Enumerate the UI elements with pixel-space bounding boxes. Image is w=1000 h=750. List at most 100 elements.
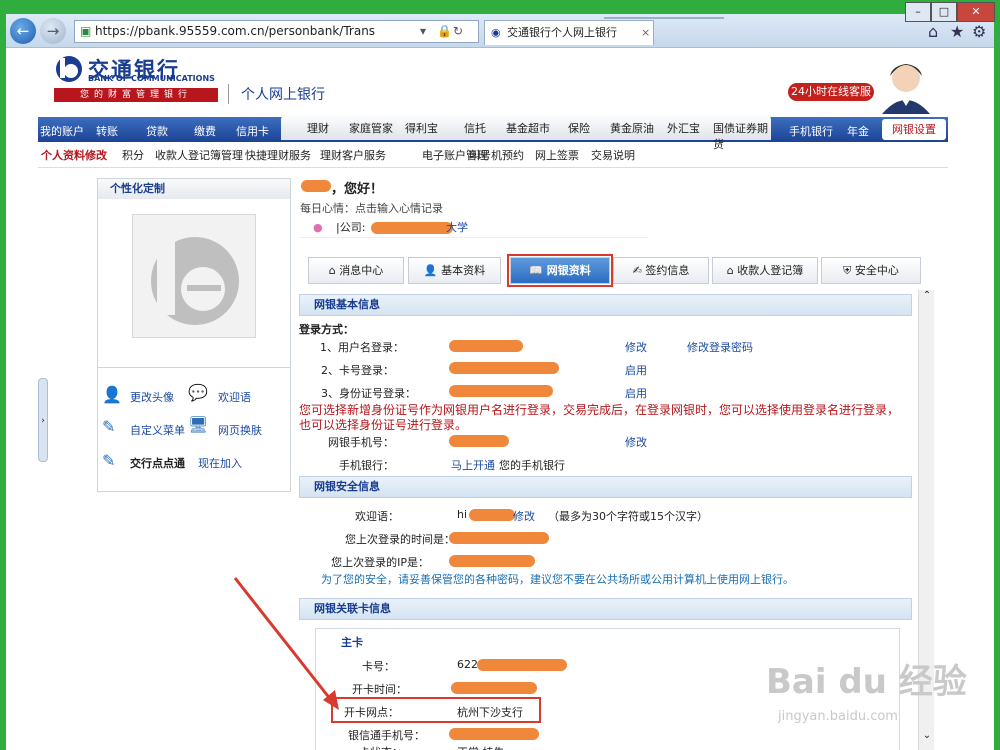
dropdown-icon[interactable]: ▾ <box>420 21 426 42</box>
nav-transfer[interactable]: 转账 <box>96 123 118 139</box>
id-login-warning: 您可选择新增身份证号作为网银用户名进行登录，交易完成后，在登录网银时，您可以选择… <box>299 403 900 432</box>
tab-strip-line <box>604 17 724 19</box>
minimize-icon[interactable]: – <box>905 2 931 22</box>
lock-icon: 🔒 <box>437 24 452 38</box>
security-notice: 为了您的安全，请妥善保管您的各种密码，建议您不要在公共场所或公用计算机上使用网上… <box>321 573 794 586</box>
tab-ebank-info[interactable]: 📖 网银资料 <box>507 254 613 287</box>
bank-logo-avatar-icon <box>151 235 239 325</box>
skin-link[interactable]: 网页换肤 <box>218 422 262 438</box>
user-icon: ● <box>313 221 323 234</box>
person-icon: 👤 <box>423 264 442 277</box>
subnav-profile[interactable]: 个人资料修改 <box>41 144 107 168</box>
nav-loan[interactable]: 贷款 <box>146 123 168 139</box>
redacted-last-ip <box>449 555 535 567</box>
last-login-ip-label: 您上次登录的IP是： <box>331 556 429 569</box>
nav-my-account[interactable]: 我的账户 <box>40 123 84 139</box>
dotdot-label: 交行点点通 <box>130 457 185 470</box>
tab-payee-book[interactable]: ⌂ 收款人登记簿 <box>712 257 818 284</box>
welcome-label: 欢迎语： <box>355 510 399 523</box>
scroll-up-icon[interactable]: ⌃ <box>920 290 934 304</box>
book-icon: 📖 <box>529 264 547 277</box>
company-row: ● |公司: 大学 <box>299 218 647 238</box>
custom-menu-link[interactable]: 自定义菜单 <box>130 422 185 438</box>
tab-basic-info[interactable]: 👤 基本资料 <box>408 257 501 284</box>
scroll-down-icon[interactable]: ⌄ <box>920 730 934 744</box>
favorites-star-icon[interactable]: ★ <box>950 22 964 41</box>
nav-mobile-bank[interactable]: 手机银行 <box>789 123 833 139</box>
nav-delibao[interactable]: 得利宝 <box>405 120 438 136</box>
mobile-bank-desc: 您的手机银行 <box>499 459 565 472</box>
mobile-bank-label: 手机银行： <box>339 459 394 472</box>
close-window-icon[interactable]: ✕ <box>957 2 995 22</box>
tab-contract[interactable]: ✍ 签约信息 <box>613 257 709 284</box>
maximize-icon[interactable]: □ <box>931 2 957 22</box>
house-icon: ⌂ <box>726 264 738 277</box>
avatar[interactable] <box>132 214 256 338</box>
edit-login-password-link[interactable]: 修改登录密码 <box>687 339 753 355</box>
bank-slogan: 您的财富管理银行 <box>54 88 218 102</box>
back-icon[interactable]: ← <box>10 18 36 44</box>
greeting: ，您好！ <box>331 182 384 197</box>
nav-insurance[interactable]: 保险 <box>568 120 590 136</box>
nav-family[interactable]: 家庭管家 <box>349 120 393 136</box>
browser-tab[interactable]: ◉ 交通银行个人网上银行 × <box>484 20 654 45</box>
subnav-payee[interactable]: 收款人登记簿管理 <box>155 144 243 168</box>
home-icon: ⌂ <box>328 264 340 277</box>
company-prefix: |公司: <box>336 221 366 234</box>
nav-forex[interactable]: 外汇宝 <box>667 120 700 136</box>
edit-mobile-link[interactable]: 修改 <box>625 434 647 450</box>
nav-annuity[interactable]: 年金 <box>847 123 869 139</box>
subnav-points[interactable]: 积分 <box>122 144 144 168</box>
forward-icon[interactable]: → <box>40 18 66 44</box>
subnav-sign[interactable]: 网上签票 <box>535 144 579 168</box>
settings-gear-icon[interactable]: ⚙ <box>972 22 986 41</box>
tab-close-icon[interactable]: × <box>641 21 650 44</box>
open-mobile-bank-link[interactable]: 马上开通 <box>451 457 495 473</box>
panel-title: 个性化定制 <box>98 179 290 199</box>
nav-fund[interactable]: 基金超市 <box>506 120 550 136</box>
redacted-last-time <box>449 532 549 544</box>
nav-gold-oil[interactable]: 黄金原油 <box>610 120 654 136</box>
shield-icon: ⛨ <box>843 264 855 277</box>
redacted-card-number <box>477 659 567 671</box>
section-basic-title: 网银基本信息 <box>299 294 912 316</box>
address-bar[interactable]: ▣ https://pbank.95559.com.cn/personbank/… <box>74 20 479 43</box>
card-login-label: 2、卡号登录： <box>321 364 394 377</box>
edit-welcome-link[interactable]: 修改 <box>513 508 535 524</box>
monitor-icon: 🖥 <box>188 415 209 434</box>
refresh-icon[interactable]: ↻ <box>453 21 463 42</box>
baidu-watermark: Bai du 经验 <box>766 662 967 702</box>
subnav-queue[interactable]: 叫号机预约 <box>469 144 524 168</box>
speech-icon: 💬 <box>188 383 208 402</box>
redacted-welcome <box>469 509 515 521</box>
customize-panel: 个性化定制 👤 更改头像 💬 欢迎语 ✎ 自定义菜单 🖥 网页换肤 ✎ 交行点点… <box>97 178 291 492</box>
service-agent-avatar <box>882 64 930 114</box>
browser-window: ← → ▣ https://pbank.95559.com.cn/personb… <box>6 2 995 750</box>
sign-icon: ✍ <box>632 264 646 277</box>
open-branch-value: 杭州下沙支行 <box>457 706 523 719</box>
card-number-prefix: 622 <box>457 658 478 671</box>
home-icon[interactable]: ⌂ <box>928 22 938 41</box>
join-now-link[interactable]: 现在加入 <box>198 455 242 471</box>
sidebar-toggle[interactable]: › <box>38 378 48 462</box>
tab-messages[interactable]: ⌂ 消息中心 <box>308 257 404 284</box>
edit-username-link[interactable]: 修改 <box>625 339 647 355</box>
nav-wealth[interactable]: 理财 <box>307 120 329 136</box>
tab-security-center[interactable]: ⛨ 安全中心 <box>821 257 921 284</box>
nav-payment[interactable]: 缴费 <box>194 123 216 139</box>
bank-logo-icon <box>56 56 82 82</box>
change-avatar-link[interactable]: 更改头像 <box>130 389 174 405</box>
mood-text[interactable]: 每日心情：点击输入心情记录 <box>300 200 443 216</box>
subnav-help[interactable]: 交易说明 <box>591 144 635 168</box>
subnav-wealth-service[interactable]: 理财客户服务 <box>320 144 386 168</box>
online-service-button[interactable]: 24小时在线客服 <box>788 83 874 101</box>
welcome-link[interactable]: 欢迎语 <box>218 389 251 405</box>
card-status-label: 卡状态： <box>339 744 403 750</box>
nav-credit-card[interactable]: 信用卡 <box>236 123 269 139</box>
redacted-card-login <box>449 362 559 374</box>
subnav-quick-wealth[interactable]: 快捷理财服务 <box>245 144 311 168</box>
nav-ebank-settings[interactable]: 网银设置 <box>882 119 946 140</box>
redacted-company <box>371 222 453 234</box>
id-login-label: 3、身份证号登录： <box>321 387 416 400</box>
nav-trust[interactable]: 信托 <box>464 120 486 136</box>
